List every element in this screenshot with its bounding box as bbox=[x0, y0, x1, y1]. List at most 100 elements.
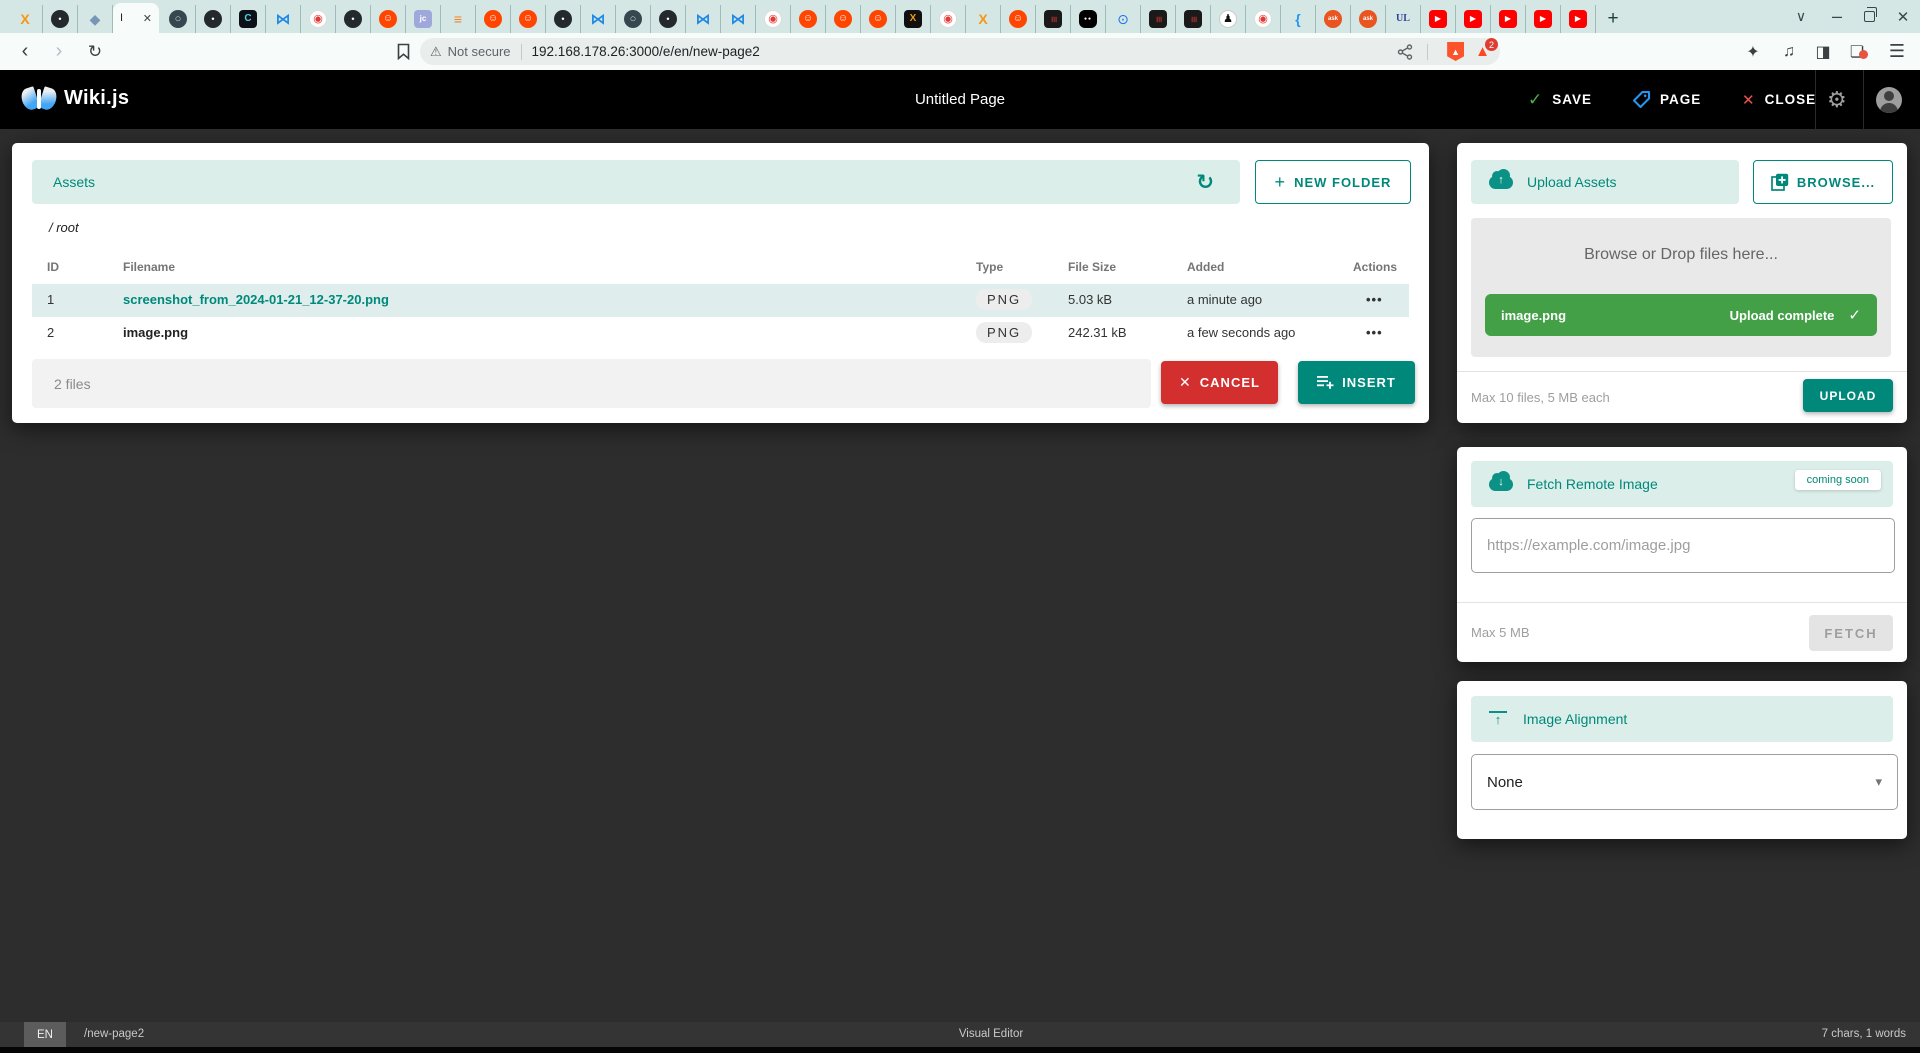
pinned-tab[interactable] bbox=[476, 5, 511, 33]
pinned-tab[interactable] bbox=[686, 5, 721, 33]
row-actions-icon[interactable]: ••• bbox=[1366, 292, 1383, 307]
pinned-tab[interactable] bbox=[756, 5, 791, 33]
pinned-tab[interactable] bbox=[896, 5, 931, 33]
pinned-tab[interactable] bbox=[511, 5, 546, 33]
table-row[interactable]: 1 screenshot_from_2024-01-21_12-37-20.pn… bbox=[32, 284, 1409, 317]
close-button[interactable]: ✕ CLOSE bbox=[1742, 70, 1816, 129]
locale-badge[interactable]: EN bbox=[24, 1022, 66, 1047]
window-close-button[interactable]: ✕ bbox=[1888, 0, 1918, 33]
pinned-tab[interactable] bbox=[196, 5, 231, 33]
pinned-tab[interactable] bbox=[931, 5, 966, 33]
insert-button[interactable]: INSERT bbox=[1298, 361, 1415, 404]
pinned-tab[interactable] bbox=[1526, 5, 1561, 33]
dropzone-text: Browse or Drop files here... bbox=[1471, 246, 1891, 264]
pinned-tab[interactable] bbox=[1141, 5, 1176, 33]
pinned-tab[interactable] bbox=[546, 5, 581, 33]
forward-icon[interactable]: › bbox=[44, 33, 74, 70]
col-id: ID bbox=[47, 260, 59, 274]
bottom-strip bbox=[0, 1047, 1920, 1053]
fetch-header: ↓ Fetch Remote Image coming soon bbox=[1471, 461, 1893, 507]
media-control-icon[interactable]: ♫ bbox=[1774, 33, 1804, 70]
pinned-tab[interactable] bbox=[441, 5, 476, 33]
pinned-tab[interactable] bbox=[1281, 5, 1316, 33]
row-actions-icon[interactable]: ••• bbox=[1366, 325, 1383, 340]
pinned-tab[interactable] bbox=[78, 5, 113, 33]
pinned-tab[interactable] bbox=[581, 5, 616, 33]
pinned-tab[interactable] bbox=[791, 5, 826, 33]
pinned-tab[interactable] bbox=[301, 5, 336, 33]
back-icon[interactable]: ‹ bbox=[10, 33, 40, 70]
pinned-tab[interactable] bbox=[1001, 5, 1036, 33]
pinned-tab[interactable] bbox=[406, 5, 441, 33]
new-tab-button[interactable]: + bbox=[1596, 5, 1630, 33]
pinned-tab[interactable] bbox=[1036, 5, 1071, 33]
minimize-button[interactable]: – bbox=[1822, 0, 1852, 33]
pinned-tab[interactable] bbox=[43, 5, 78, 33]
reload-icon[interactable]: ↻ bbox=[80, 33, 110, 70]
refresh-icon[interactable]: ↻ bbox=[1196, 170, 1214, 195]
pinned-tab[interactable] bbox=[861, 5, 896, 33]
alignment-select[interactable]: None ▾ bbox=[1471, 754, 1898, 810]
brave-shield-icon[interactable]: ▲ bbox=[1447, 42, 1464, 61]
pinned-tab[interactable] bbox=[8, 5, 43, 33]
pinned-tab[interactable] bbox=[231, 5, 266, 33]
pinned-tab[interactable] bbox=[616, 5, 651, 33]
extensions-icon[interactable]: ✦ bbox=[1738, 33, 1768, 70]
pinned-tab[interactable] bbox=[336, 5, 371, 33]
type-badge: PNG bbox=[976, 322, 1032, 343]
suspended-favicon bbox=[309, 10, 327, 28]
col-type: Type bbox=[976, 260, 1003, 274]
save-button[interactable]: ✓ SAVE bbox=[1528, 70, 1592, 129]
pinned-tab[interactable] bbox=[826, 5, 861, 33]
cell-size: 242.31 kB bbox=[1068, 325, 1127, 340]
avatar[interactable] bbox=[1876, 87, 1902, 113]
active-tab[interactable]: I ✕ bbox=[113, 3, 159, 33]
pinned-tab[interactable] bbox=[966, 5, 1001, 33]
pinned-tab[interactable] bbox=[1176, 5, 1211, 33]
page-properties-button[interactable]: PAGE bbox=[1632, 70, 1701, 129]
pinned-tab[interactable] bbox=[721, 5, 756, 33]
cell-id: 2 bbox=[47, 325, 54, 340]
url-text[interactable]: 192.168.178.26:3000/e/en/new-page2 bbox=[532, 44, 1398, 59]
pinned-tab[interactable] bbox=[1421, 5, 1456, 33]
pinned-tab[interactable] bbox=[266, 5, 301, 33]
pinned-tab[interactable] bbox=[1351, 5, 1386, 33]
upload-button[interactable]: UPLOAD bbox=[1803, 379, 1893, 412]
pinned-tab[interactable] bbox=[1561, 5, 1596, 33]
pinned-tab[interactable] bbox=[1246, 5, 1281, 33]
pinned-tab[interactable] bbox=[1386, 5, 1421, 33]
tab-search-button[interactable]: ∨ bbox=[1786, 0, 1816, 33]
bookmark-icon[interactable] bbox=[388, 33, 418, 70]
omnibox[interactable]: ⚠ Not secure 192.168.178.26:3000/e/en/ne… bbox=[420, 38, 1500, 65]
browser-window-icon[interactable]: ❏ bbox=[1842, 33, 1872, 70]
cell-filename[interactable]: screenshot_from_2024-01-21_12-37-20.png bbox=[123, 292, 389, 307]
table-row[interactable]: 2 image.png PNG 242.31 kB a few seconds … bbox=[32, 317, 1409, 350]
pinned-tab[interactable] bbox=[1211, 5, 1246, 33]
header-divider bbox=[1815, 70, 1816, 129]
tab-close-icon[interactable]: ✕ bbox=[143, 12, 152, 25]
sidebar-icon[interactable]: ◨ bbox=[1808, 33, 1838, 70]
dropzone[interactable]: Browse or Drop files here... image.png U… bbox=[1471, 218, 1891, 357]
pinned-tab[interactable] bbox=[1106, 5, 1141, 33]
pinned-tab[interactable] bbox=[1316, 5, 1351, 33]
restore-button[interactable] bbox=[1854, 0, 1884, 33]
new-folder-button[interactable]: + NEW FOLDER bbox=[1255, 160, 1411, 204]
cell-filename[interactable]: image.png bbox=[123, 325, 188, 340]
fetch-button[interactable]: FETCH bbox=[1809, 615, 1893, 651]
browse-button[interactable]: BROWSE... bbox=[1753, 160, 1893, 204]
cancel-button[interactable]: ✕ CANCEL bbox=[1161, 361, 1278, 404]
pinned-tab[interactable] bbox=[651, 5, 686, 33]
gear-icon[interactable]: ⚙ bbox=[1827, 87, 1847, 113]
browser-menu-icon[interactable]: ☰ bbox=[1882, 33, 1912, 70]
share-icon[interactable] bbox=[1397, 44, 1413, 60]
pinned-tab[interactable] bbox=[1456, 5, 1491, 33]
remote-url-input[interactable] bbox=[1471, 518, 1895, 573]
pinned-tab[interactable] bbox=[1071, 5, 1106, 33]
github-favicon bbox=[659, 10, 677, 28]
brave-rewards-icon[interactable]: ▲2 bbox=[1475, 43, 1490, 60]
pinned-tab[interactable] bbox=[1491, 5, 1526, 33]
coming-soon-badge: coming soon bbox=[1795, 470, 1881, 490]
pinned-tab[interactable] bbox=[161, 5, 196, 33]
reddit-favicon bbox=[484, 10, 502, 28]
pinned-tab[interactable] bbox=[371, 5, 406, 33]
